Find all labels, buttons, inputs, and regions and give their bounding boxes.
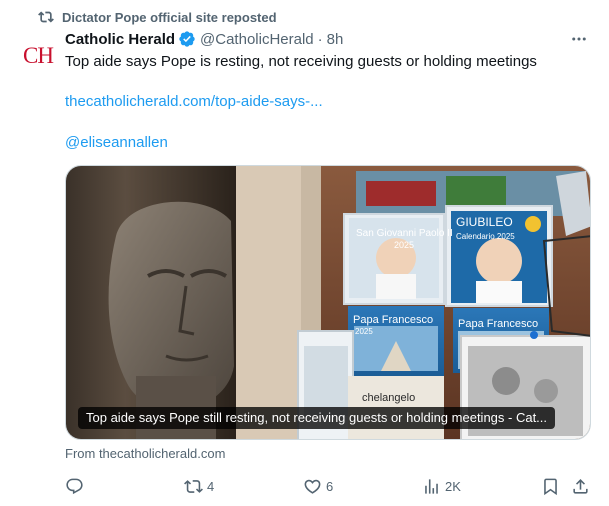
- link-card[interactable]: San Giovanni Paolo II 2025 GIUBILEO Cale…: [65, 165, 591, 440]
- timestamp[interactable]: 8h: [327, 31, 344, 48]
- bookmark-icon: [544, 478, 557, 495]
- tweet-link[interactable]: thecatholicherald.com/top-aide-says-...: [65, 92, 323, 112]
- tweet-text: Top aide says Pope is resting, not recei…: [65, 53, 537, 70]
- bookmark-button[interactable]: [541, 472, 560, 500]
- link-card-caption[interactable]: Top aide says Pope still resting, not re…: [78, 407, 556, 429]
- repost-icon: [38, 11, 54, 23]
- action-bar: 4 6 2K: [56, 472, 596, 500]
- avatar[interactable]: CH: [18, 36, 58, 76]
- share-icon: [573, 478, 588, 494]
- link-source[interactable]: From thecatholicherald.com: [65, 446, 225, 461]
- reply-button[interactable]: [65, 472, 88, 500]
- like-button[interactable]: 6: [303, 472, 333, 500]
- repost-icon: [184, 479, 203, 493]
- views-icon: [425, 478, 438, 494]
- more-options-button[interactable]: [569, 29, 589, 49]
- image-card-sub-1: 2025: [394, 240, 414, 250]
- repost-count: 4: [207, 478, 215, 494]
- image-card-title-4: Papa Francesco: [458, 318, 538, 330]
- repost-indicator[interactable]: Dictator Pope official site reposted: [38, 8, 277, 26]
- verified-badge-icon[interactable]: [178, 30, 196, 48]
- share-button[interactable]: [571, 472, 590, 500]
- image-card-title-3: Papa Francesco: [353, 314, 433, 326]
- like-count: 6: [326, 478, 334, 494]
- views-button[interactable]: 2K: [422, 472, 461, 500]
- separator-dot: ·: [317, 30, 323, 48]
- tweet-header: Catholic Herald @CatholicHerald · 8h: [65, 29, 343, 49]
- author-name[interactable]: Catholic Herald: [65, 31, 175, 48]
- reply-icon: [66, 478, 83, 494]
- image-card-title-2: GIUBILEO: [456, 215, 513, 229]
- image-card-title-1: San Giovanni Paolo II: [356, 228, 453, 239]
- image-card-sub-2: Calendario 2025: [456, 232, 515, 241]
- heart-icon: [304, 479, 321, 494]
- tweet-mention[interactable]: @eliseannallen: [65, 133, 168, 153]
- link-card-image: San Giovanni Paolo II 2025 GIUBILEO Cale…: [66, 166, 590, 439]
- author-handle[interactable]: @CatholicHerald: [200, 31, 314, 48]
- more-icon: [572, 37, 586, 41]
- image-card-sub-3: 2025: [355, 327, 373, 336]
- views-count: 2K: [445, 478, 461, 494]
- repost-button[interactable]: 4: [184, 472, 214, 500]
- repost-text: Dictator Pope official site reposted: [62, 9, 277, 25]
- image-card-title-5: chelangelo: [362, 392, 415, 404]
